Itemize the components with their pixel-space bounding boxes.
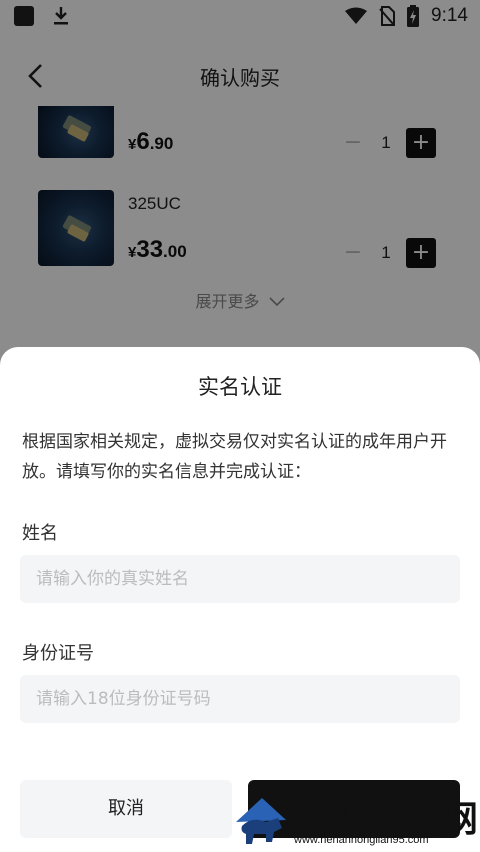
id-number-label: 身份证号 [22,643,94,664]
cancel-button[interactable]: 取消 [20,780,232,838]
sheet-title: 实名认证 [198,375,282,399]
real-name-verification-sheet: 实名认证 根据国家相关规定，虚拟交易仅对实名认证的成年用户开放。请填写你的实名信… [0,347,480,852]
id-number-input[interactable] [20,675,460,723]
watermark-url: www.henanhonglian95.com [294,834,429,846]
sheet-description: 根据国家相关规定，虚拟交易仅对实名认证的成年用户开放。请填写你的实名信息并完成认… [22,432,447,482]
name-input[interactable] [20,555,460,603]
watermark-logo-icon [236,798,286,844]
name-label: 姓名 [22,523,58,544]
watermark: 鸿联手游网 www.henanhonglian95.com [232,788,480,852]
